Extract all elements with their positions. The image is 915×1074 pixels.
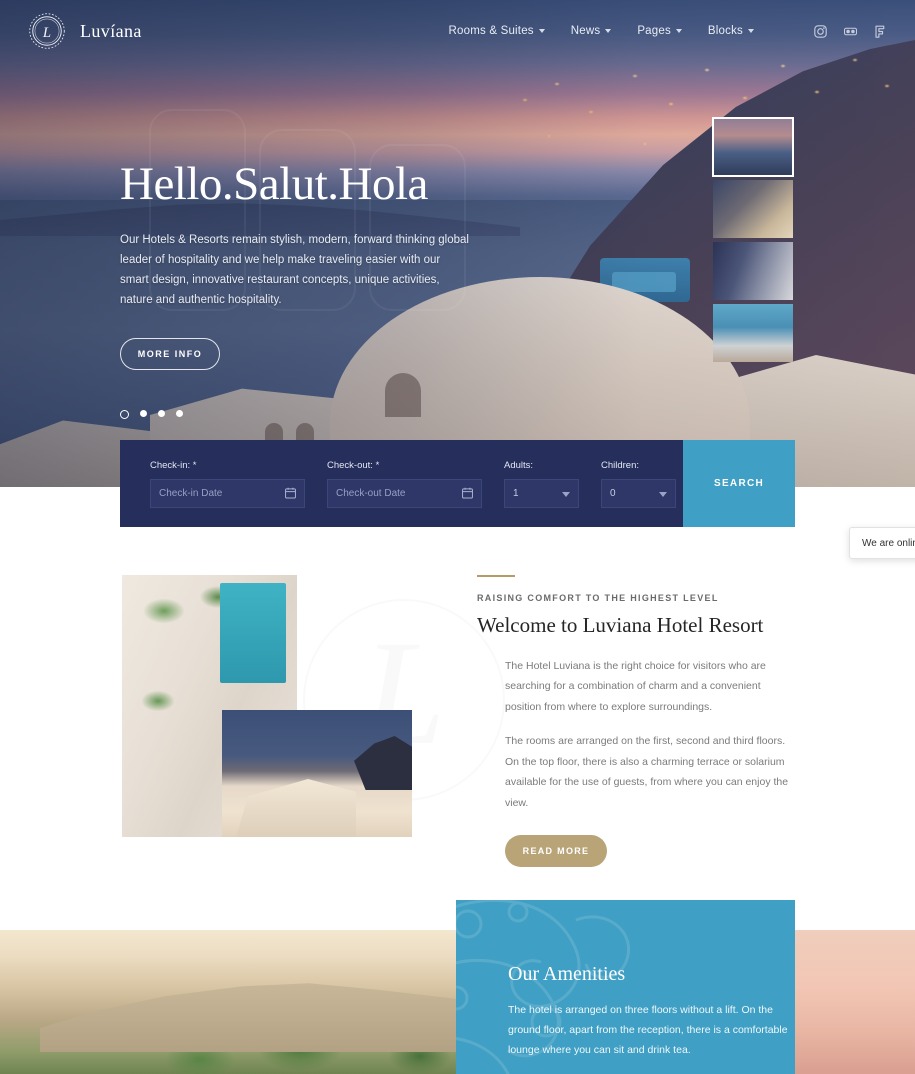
instagram-icon[interactable]	[814, 24, 827, 38]
hero-thumbnail-4[interactable]	[713, 304, 793, 362]
amenities-panel: Our Amenities The hotel is arranged on t…	[456, 900, 795, 1074]
welcome-paragraph-1: The Hotel Luviana is the right choice fo…	[505, 660, 766, 713]
slider-dot-2[interactable]	[140, 410, 147, 417]
main-navigation: Rooms & Suites News Pages Blocks	[449, 24, 915, 38]
terrace-rock	[354, 736, 412, 790]
children-select[interactable]: 0	[601, 478, 676, 508]
hero-title: Hello.Salut.Hola	[120, 158, 428, 210]
nav-item-rooms-suites[interactable]: Rooms & Suites	[449, 25, 545, 37]
amenities-band: Our Amenities The hotel is arranged on t…	[0, 900, 915, 1074]
welcome-text: RAISING COMFORT TO THE HIGHEST LEVEL Wel…	[477, 575, 797, 868]
nav-label: Rooms & Suites	[448, 25, 534, 37]
calendar-icon[interactable]	[285, 487, 296, 499]
hero-thumbnail-3[interactable]	[713, 242, 793, 300]
checkin-input[interactable]: Check-in Date	[150, 478, 305, 508]
flipboard-icon[interactable]	[874, 25, 887, 38]
image-santorini-terrace	[222, 710, 412, 837]
terrace-building	[236, 779, 356, 837]
adults-label: Adults:	[504, 459, 534, 471]
hero-slider-dots	[120, 410, 183, 419]
nav-item-news[interactable]: News	[571, 25, 612, 37]
checkin-required-mark: *	[192, 459, 197, 471]
nav-label: Pages	[637, 25, 671, 37]
chevron-down-icon	[562, 491, 570, 497]
social-links	[814, 24, 887, 38]
welcome-eyebrow: RAISING COMFORT TO THE HIGHEST LEVEL	[477, 593, 719, 603]
welcome-image-collage: L	[122, 575, 505, 837]
band-hillside	[40, 983, 460, 1052]
nav-label: News	[570, 25, 601, 37]
welcome-heading: Welcome to Luviana Hotel Resort	[477, 613, 764, 637]
checkout-input[interactable]: Check-out Date	[327, 478, 482, 508]
svg-text:L: L	[42, 25, 51, 41]
pool-water	[220, 583, 286, 683]
hero-thumbnail-list	[712, 117, 794, 366]
checkin-placeholder: Check-in Date	[159, 487, 223, 499]
booking-fields: Check-in: * Check-in Date Check-out: * C…	[120, 440, 683, 527]
flickr-icon[interactable]	[844, 25, 857, 38]
chevron-down-icon	[675, 29, 682, 33]
nav-item-blocks[interactable]: Blocks	[708, 25, 754, 37]
more-info-button[interactable]: MORE INFO	[120, 338, 220, 371]
band-photo-right	[780, 930, 915, 1074]
read-more-button[interactable]: READ MORE	[505, 835, 607, 868]
nav-item-pages[interactable]: Pages	[637, 25, 682, 37]
chat-status: We are online	[862, 537, 915, 549]
checkin-label: Check-in: *	[150, 460, 305, 471]
calendar-icon[interactable]	[462, 487, 473, 499]
chevron-down-icon	[605, 29, 612, 33]
welcome-section: L RAISING COMFORT TO THE HIGHEST LEVEL W…	[0, 527, 915, 900]
band-photo-left	[0, 930, 470, 1074]
checkout-required-mark: *	[375, 459, 380, 471]
slider-dot-1[interactable]	[120, 410, 129, 419]
adults-group: Adults: 1	[504, 460, 579, 508]
checkout-placeholder: Check-out Date	[336, 487, 406, 499]
children-group: Children: 0	[601, 460, 676, 508]
hero-section: Hello.Salut.Hola Our Hotels & Resorts re…	[0, 0, 915, 487]
checkin-label-text: Check-in:	[150, 459, 191, 471]
amenities-paragraph: The hotel is arranged on three floors wi…	[508, 1004, 788, 1056]
checkout-label: Check-out: *	[327, 460, 482, 471]
adults-select[interactable]: 1	[504, 478, 579, 508]
brand-name: Luvíana	[80, 20, 142, 41]
chevron-down-icon	[659, 491, 667, 497]
adults-value: 1	[513, 487, 519, 499]
slider-dot-3[interactable]	[158, 410, 165, 417]
accent-rule	[477, 575, 515, 577]
ornate-circle-monogram-icon: L	[29, 13, 65, 49]
hero-thumbnail-2[interactable]	[713, 180, 793, 238]
chat-widget[interactable]: We are online	[849, 527, 915, 559]
search-button[interactable]: SEARCH	[683, 440, 795, 527]
slider-dot-4[interactable]	[176, 410, 183, 417]
checkin-group: Check-in: * Check-in Date	[150, 460, 305, 508]
children-value: 0	[610, 487, 616, 499]
children-label: Children:	[601, 459, 640, 471]
welcome-paragraph-2: The rooms are arranged on the first, sec…	[505, 735, 789, 809]
nav-label: Blocks	[707, 25, 743, 37]
checkout-label-text: Check-out:	[327, 459, 373, 471]
brand[interactable]: L Luvíana	[28, 12, 142, 50]
site-header: L Luvíana Rooms & Suites News Pages Bloc…	[0, 0, 915, 62]
chevron-down-icon	[748, 29, 754, 33]
hero-content: Hello.Salut.Hola Our Hotels & Resorts re…	[120, 158, 540, 371]
checkout-group: Check-out: * Check-out Date	[327, 460, 482, 508]
hero-thumbnail-1[interactable]	[712, 117, 794, 177]
amenities-heading: Our Amenities	[508, 963, 626, 985]
chevron-down-icon	[538, 29, 545, 33]
booking-bar: Check-in: * Check-in Date Check-out: * C…	[120, 440, 795, 527]
hero-subtitle: Our Hotels & Resorts remain stylish, mod…	[120, 234, 469, 306]
